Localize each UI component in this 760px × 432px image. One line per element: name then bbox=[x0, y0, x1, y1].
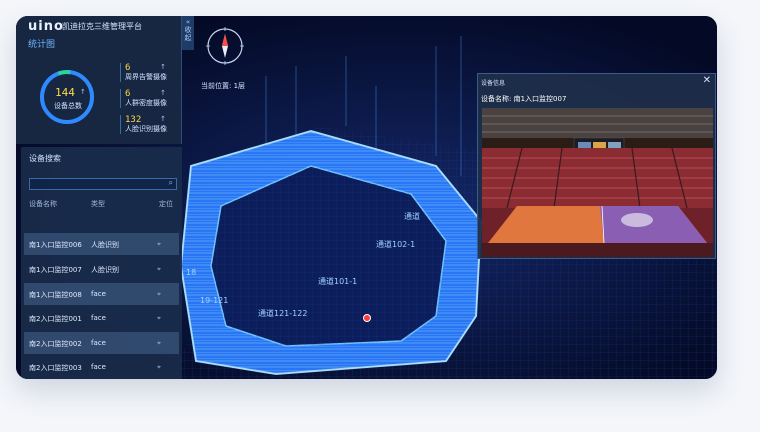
column-header-locate: 定位 bbox=[159, 200, 173, 208]
road-label: 通道102-1 bbox=[376, 240, 416, 249]
device-total-value: 144 bbox=[55, 86, 75, 99]
stat-label: 人脸识别摄像 bbox=[125, 125, 167, 133]
collapse-label: 收起 bbox=[184, 26, 192, 42]
device-name: 南2入口监控002 bbox=[29, 340, 82, 348]
road-label: 18 bbox=[186, 268, 197, 277]
arena-camera-image bbox=[482, 108, 713, 257]
logo: uino bbox=[28, 19, 64, 34]
device-name: 南1入口监控007 bbox=[29, 266, 82, 274]
close-icon[interactable]: ✕ bbox=[703, 75, 711, 86]
platform-title: 凯迪拉克三维管理平台 bbox=[62, 22, 142, 31]
stats-panel: uino 凯迪拉克三维管理平台 统计图 144 ↑ 设备总数 6 周界告警摄像 … bbox=[16, 16, 182, 144]
locate-pin-icon[interactable]: ⌖ bbox=[157, 240, 161, 249]
device-name: 南1入口监控006 bbox=[29, 241, 82, 249]
device-name-line: 设备名称: 南1入口监控007 bbox=[481, 94, 566, 104]
column-header-type: 类型 bbox=[91, 200, 105, 208]
arrow-up-icon: ↑ bbox=[160, 115, 166, 123]
stats-section-title: 统计图 bbox=[28, 40, 56, 50]
arrow-up-icon: ↑ bbox=[80, 88, 86, 96]
current-location: 当前位置: 1层 bbox=[201, 82, 246, 90]
device-type: face bbox=[91, 363, 106, 371]
road-label: 通道 bbox=[404, 212, 420, 221]
table-row[interactable]: 南2入口监控002 face ⌖ bbox=[24, 332, 179, 354]
table-row[interactable]: 南1入口监控008 face ⌖ bbox=[24, 283, 179, 305]
collapse-panel-button[interactable]: « 收起 bbox=[182, 16, 194, 50]
double-chevron-left-icon: « bbox=[185, 18, 191, 26]
stat-label: 周界告警摄像 bbox=[125, 73, 167, 81]
device-info-title: 设备信息 bbox=[481, 80, 506, 87]
app-window: 通道121-122 通道101-1 通道102-1 通道 19-121 18 当… bbox=[16, 16, 717, 379]
road-label: 通道101-1 bbox=[318, 277, 358, 286]
road-label: 通道121-122 bbox=[258, 309, 308, 318]
column-header-name: 设备名称 bbox=[29, 200, 57, 208]
locate-pin-icon[interactable]: ⌖ bbox=[157, 265, 161, 274]
device-search-title: 设备搜索 bbox=[29, 154, 61, 163]
stat-perimeter-camera: 6 周界告警摄像 ↑ bbox=[120, 63, 180, 82]
table-row[interactable]: 南1入口监控006 人脸识别 ⌖ bbox=[24, 233, 179, 255]
arrow-up-icon: ↑ bbox=[160, 89, 166, 97]
locate-pin-icon[interactable]: ⌖ bbox=[157, 290, 161, 299]
device-name: 南2入口监控001 bbox=[29, 315, 82, 323]
locate-pin-icon[interactable]: ⌖ bbox=[157, 339, 161, 348]
device-info-panel: 设备信息 ✕ 设备名称: 南1入口监控007 bbox=[477, 73, 716, 259]
camera-feed[interactable] bbox=[482, 108, 713, 257]
road-label: 19-121 bbox=[200, 296, 229, 305]
device-type: 人脸识别 bbox=[91, 266, 119, 274]
stat-value: 6 bbox=[125, 89, 131, 99]
device-name-value: 南1入口监控007 bbox=[513, 95, 567, 103]
search-icon[interactable]: ⌕ bbox=[169, 178, 173, 188]
device-type: face bbox=[91, 339, 106, 347]
device-name: 南2入口监控003 bbox=[29, 364, 82, 372]
compass-icon[interactable] bbox=[205, 26, 245, 66]
stat-face-camera: 132 人脸识别摄像 ↑ bbox=[120, 115, 180, 134]
stat-label: 人群密度摄像 bbox=[125, 99, 167, 107]
device-total-label: 设备总数 bbox=[54, 102, 82, 110]
table-row[interactable]: 南2入口监控003 face ⌖ bbox=[24, 356, 179, 378]
locate-pin-icon[interactable]: ⌖ bbox=[157, 363, 161, 372]
device-type: 人脸识别 bbox=[91, 241, 119, 249]
device-name: 南1入口监控008 bbox=[29, 291, 82, 299]
device-type: face bbox=[91, 290, 106, 298]
stat-value: 6 bbox=[125, 63, 131, 73]
locate-pin-icon[interactable]: ⌖ bbox=[157, 314, 161, 323]
device-name-label: 设备名称: bbox=[481, 95, 512, 103]
table-row[interactable]: 南2入口监控001 face ⌖ bbox=[24, 307, 179, 329]
table-row[interactable]: 南1入口监控007 人脸识别 ⌖ bbox=[24, 258, 179, 280]
device-search-panel: 设备搜索 ⌕ 设备名称 类型 定位 南1入口监控006 人脸识别 ⌖ 南1入口监… bbox=[21, 147, 182, 379]
stat-crowd-camera: 6 人群密度摄像 ↑ bbox=[120, 89, 180, 108]
device-type: face bbox=[91, 314, 106, 322]
device-search-input[interactable]: ⌕ bbox=[29, 178, 177, 190]
arrow-up-icon: ↑ bbox=[160, 63, 166, 71]
stat-value: 132 bbox=[125, 115, 142, 125]
